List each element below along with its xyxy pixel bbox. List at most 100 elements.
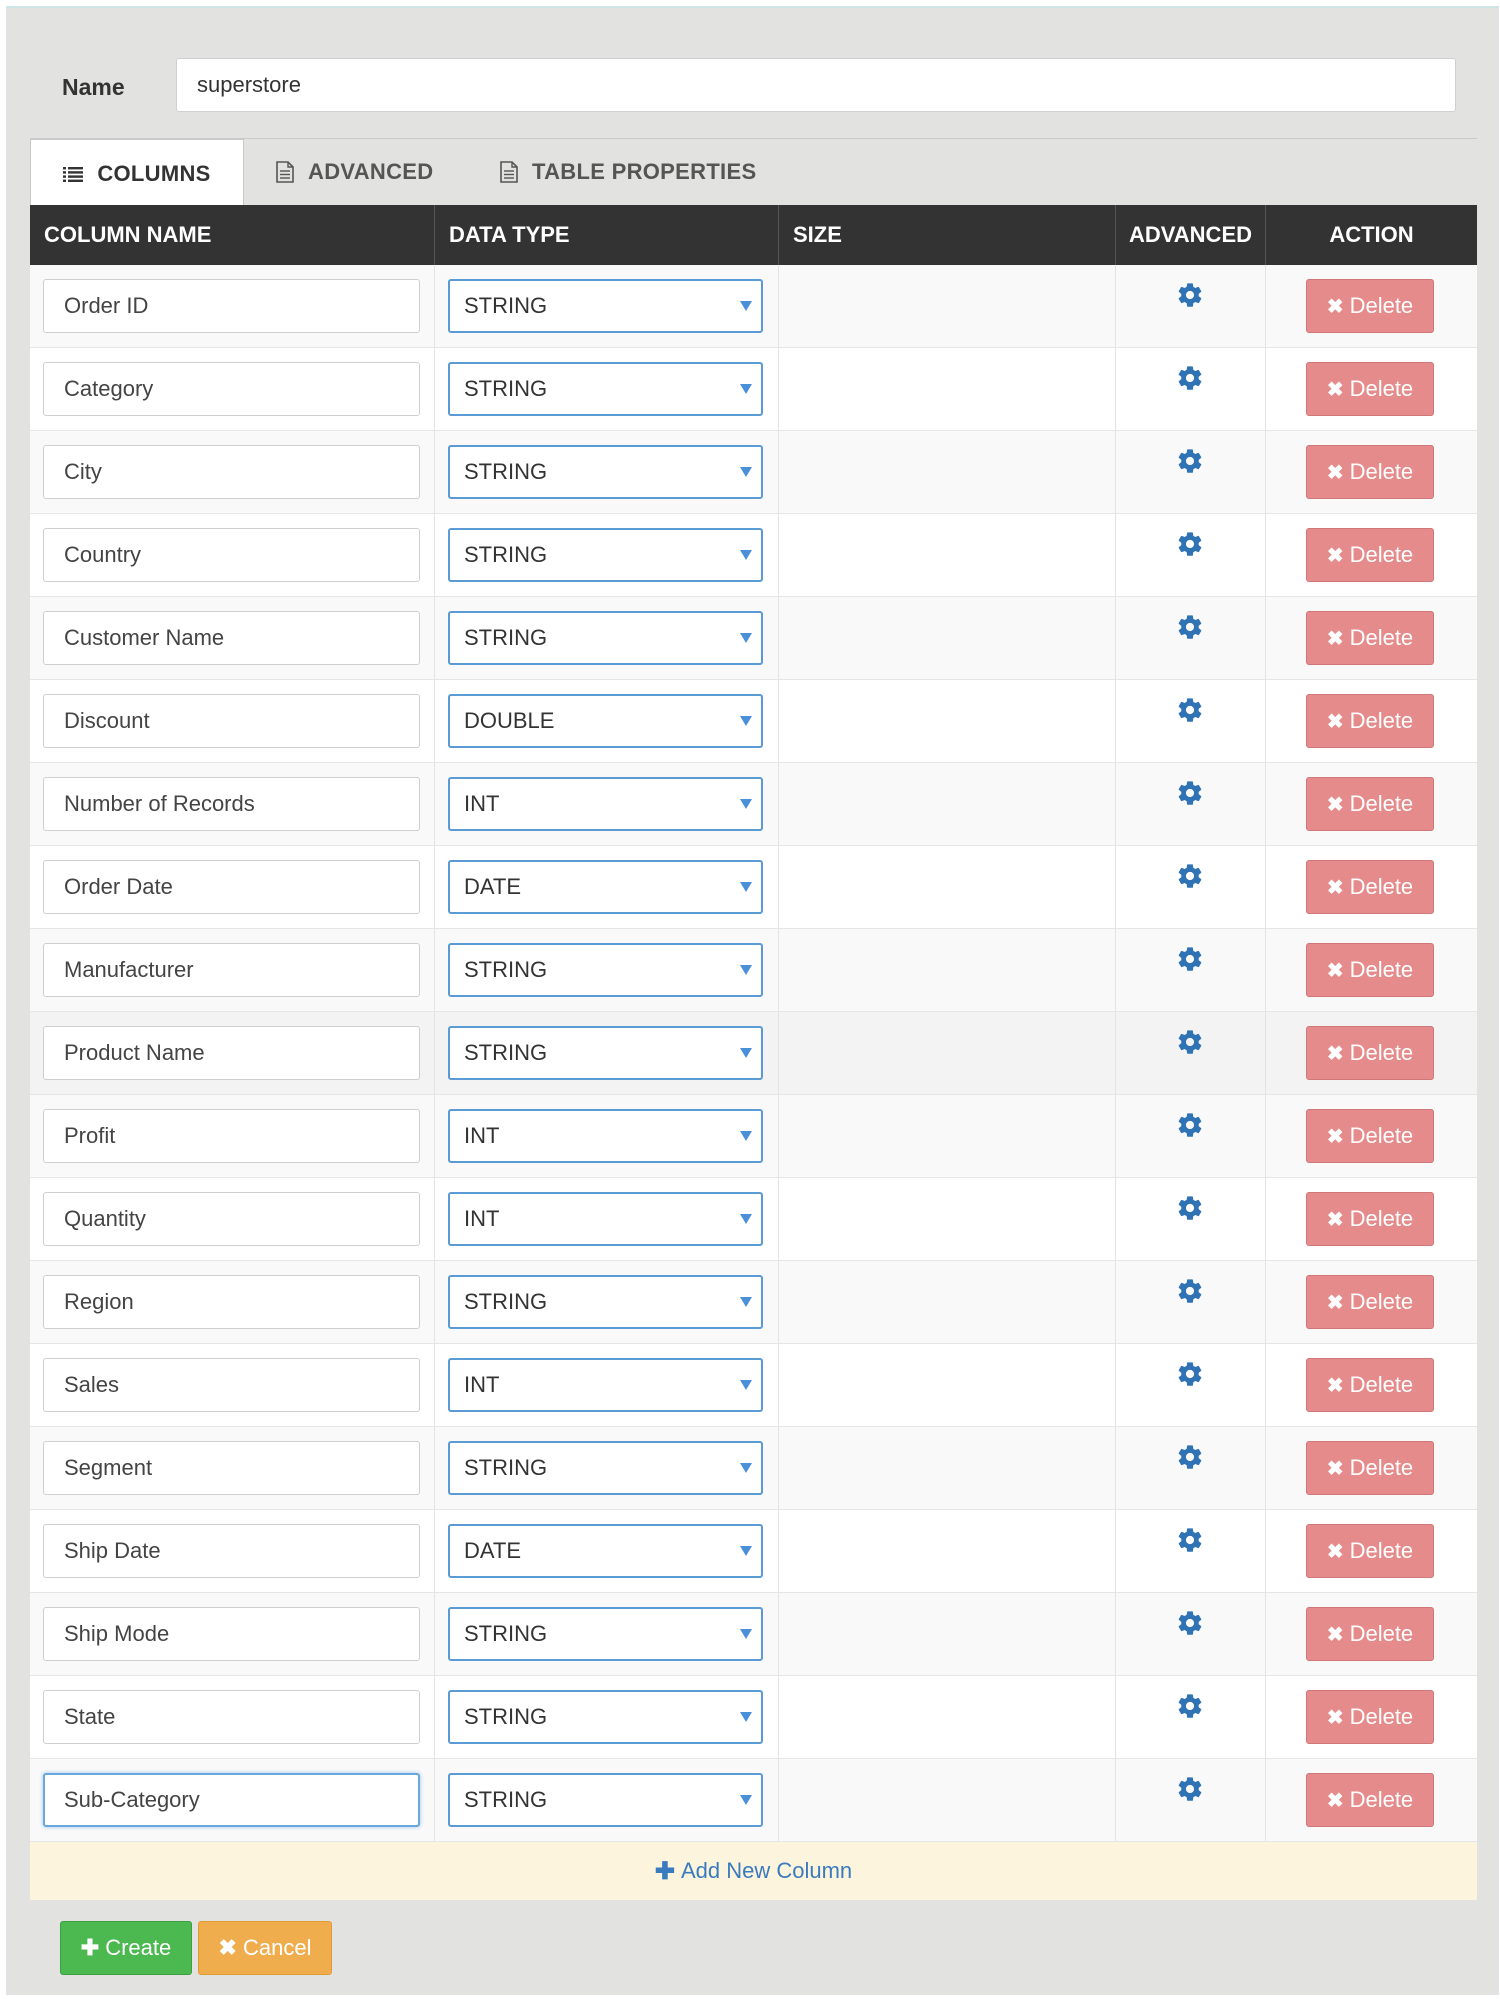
- delete-button[interactable]: ✖ Delete: [1306, 279, 1434, 333]
- column-name-input[interactable]: Manufacturer: [43, 943, 420, 997]
- gear-icon[interactable]: [1176, 447, 1204, 475]
- data-type-select[interactable]: INT: [448, 1192, 763, 1246]
- data-type-select[interactable]: DATE: [448, 1524, 763, 1578]
- column-name-input[interactable]: Sales: [43, 1358, 420, 1412]
- advanced-cell: [1116, 763, 1266, 845]
- column-name-input[interactable]: Category: [43, 362, 420, 416]
- gear-icon[interactable]: [1176, 945, 1204, 973]
- data-type-value: INT: [464, 1206, 500, 1231]
- data-type-select[interactable]: STRING: [448, 1607, 763, 1661]
- delete-button[interactable]: ✖ Delete: [1306, 445, 1434, 499]
- gear-icon[interactable]: [1176, 862, 1204, 890]
- column-name-input[interactable]: Order Date: [43, 860, 420, 914]
- data-type-select[interactable]: STRING: [448, 1441, 763, 1495]
- data-type-select[interactable]: STRING: [448, 943, 763, 997]
- gear-icon[interactable]: [1176, 1360, 1204, 1388]
- size-cell: [779, 1593, 1116, 1675]
- gear-icon[interactable]: [1176, 1775, 1204, 1803]
- size-cell: [779, 929, 1116, 1011]
- column-name-input[interactable]: City: [43, 445, 420, 499]
- tab-columns[interactable]: COLUMNS: [30, 139, 244, 207]
- gear-icon[interactable]: [1176, 1194, 1204, 1222]
- data-type-value: STRING: [464, 1787, 548, 1812]
- data-type-select[interactable]: STRING: [448, 1026, 763, 1080]
- data-type-cell: STRING: [435, 1261, 779, 1343]
- data-type-select[interactable]: STRING: [448, 362, 763, 416]
- data-type-select[interactable]: INT: [448, 1109, 763, 1163]
- delete-button[interactable]: ✖ Delete: [1306, 1275, 1434, 1329]
- gear-icon[interactable]: [1176, 696, 1204, 724]
- delete-button[interactable]: ✖ Delete: [1306, 611, 1434, 665]
- column-name-input[interactable]: Quantity: [43, 1192, 420, 1246]
- gear-icon[interactable]: [1176, 779, 1204, 807]
- column-name-input[interactable]: Profit: [43, 1109, 420, 1163]
- column-name-input[interactable]: Segment: [43, 1441, 420, 1495]
- gear-icon[interactable]: [1176, 613, 1204, 641]
- tab-table-properties[interactable]: TABLE PROPERTIES: [500, 139, 756, 205]
- gear-icon[interactable]: [1176, 1692, 1204, 1720]
- data-type-select[interactable]: DATE: [448, 860, 763, 914]
- gear-icon[interactable]: [1176, 1526, 1204, 1554]
- gear-icon[interactable]: [1176, 1277, 1204, 1305]
- delete-button[interactable]: ✖ Delete: [1306, 943, 1434, 997]
- gear-icon[interactable]: [1176, 530, 1204, 558]
- data-type-select[interactable]: STRING: [448, 611, 763, 665]
- gear-icon[interactable]: [1176, 1028, 1204, 1056]
- data-type-select[interactable]: INT: [448, 1358, 763, 1412]
- create-button[interactable]: ✚ Create: [60, 1921, 192, 1975]
- delete-button[interactable]: ✖ Delete: [1306, 1441, 1434, 1495]
- delete-button[interactable]: ✖ Delete: [1306, 528, 1434, 582]
- delete-button[interactable]: ✖ Delete: [1306, 362, 1434, 416]
- column-name-input[interactable]: Discount: [43, 694, 420, 748]
- cancel-button[interactable]: ✖ Cancel: [198, 1921, 332, 1975]
- gear-icon[interactable]: [1176, 281, 1204, 309]
- caret-down-icon: [740, 716, 752, 726]
- data-type-cell: STRING: [435, 431, 779, 513]
- delete-button[interactable]: ✖ Delete: [1306, 777, 1434, 831]
- delete-button-label: Delete: [1349, 957, 1414, 982]
- delete-button[interactable]: ✖ Delete: [1306, 1109, 1434, 1163]
- gear-icon[interactable]: [1176, 364, 1204, 392]
- data-type-select[interactable]: STRING: [448, 1690, 763, 1744]
- data-type-select[interactable]: STRING: [448, 445, 763, 499]
- column-name-input[interactable]: Country: [43, 528, 420, 582]
- column-name-input[interactable]: Region: [43, 1275, 420, 1329]
- delete-button[interactable]: ✖ Delete: [1306, 1607, 1434, 1661]
- delete-button[interactable]: ✖ Delete: [1306, 860, 1434, 914]
- close-icon: ✖: [1326, 627, 1344, 650]
- delete-button[interactable]: ✖ Delete: [1306, 1773, 1434, 1827]
- delete-button[interactable]: ✖ Delete: [1306, 1690, 1434, 1744]
- delete-button[interactable]: ✖ Delete: [1306, 1192, 1434, 1246]
- table-name-input[interactable]: superstore: [176, 58, 1456, 112]
- data-type-select[interactable]: STRING: [448, 279, 763, 333]
- action-cell: ✖ Delete: [1266, 431, 1477, 513]
- column-name-input[interactable]: Sub-Category: [43, 1773, 420, 1827]
- delete-button[interactable]: ✖ Delete: [1306, 694, 1434, 748]
- column-name-input[interactable]: Customer Name: [43, 611, 420, 665]
- tab-advanced[interactable]: ADVANCED: [276, 139, 433, 205]
- column-name-input[interactable]: Ship Mode: [43, 1607, 420, 1661]
- column-name-input[interactable]: Ship Date: [43, 1524, 420, 1578]
- gear-icon[interactable]: [1176, 1443, 1204, 1471]
- column-name-input[interactable]: Product Name: [43, 1026, 420, 1080]
- close-icon: ✖: [1326, 1706, 1344, 1729]
- data-type-select[interactable]: INT: [448, 777, 763, 831]
- column-name-input[interactable]: Number of Records: [43, 777, 420, 831]
- delete-button[interactable]: ✖ Delete: [1306, 1524, 1434, 1578]
- table-row: Ship Mode STRING ✖ Delete: [30, 1593, 1477, 1676]
- advanced-cell: [1116, 1261, 1266, 1343]
- data-type-value: STRING: [464, 376, 548, 401]
- gear-icon[interactable]: [1176, 1111, 1204, 1139]
- delete-button[interactable]: ✖ Delete: [1306, 1026, 1434, 1080]
- data-type-select[interactable]: STRING: [448, 1773, 763, 1827]
- header-column-name: COLUMN NAME: [30, 205, 435, 265]
- data-type-select[interactable]: STRING: [448, 1275, 763, 1329]
- gear-icon[interactable]: [1176, 1609, 1204, 1637]
- column-name-input[interactable]: Order ID: [43, 279, 420, 333]
- data-type-select[interactable]: DOUBLE: [448, 694, 763, 748]
- add-new-column-button[interactable]: ✚ Add New Column: [30, 1842, 1477, 1900]
- delete-button[interactable]: ✖ Delete: [1306, 1358, 1434, 1412]
- column-name-input[interactable]: State: [43, 1690, 420, 1744]
- data-type-select[interactable]: STRING: [448, 528, 763, 582]
- delete-button-label: Delete: [1349, 459, 1414, 484]
